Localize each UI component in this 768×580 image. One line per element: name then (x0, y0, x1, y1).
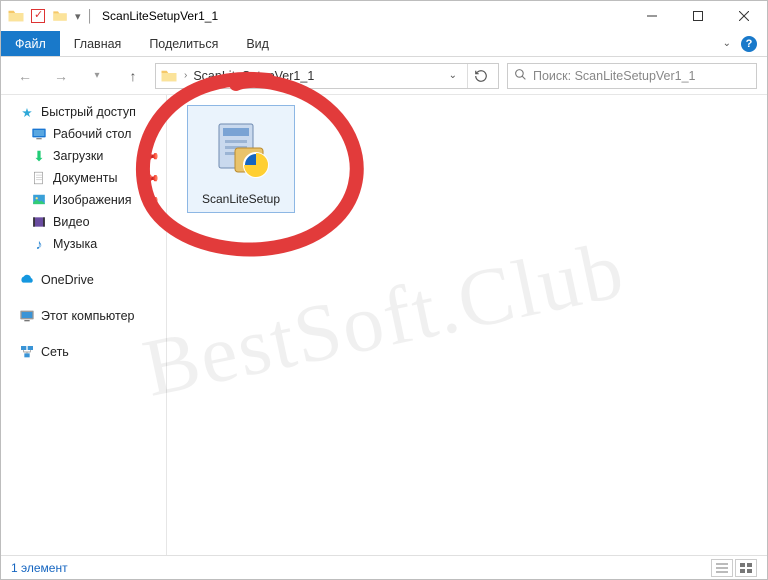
status-item-count: 1 элемент (11, 561, 68, 575)
tab-share[interactable]: Поделиться (135, 31, 232, 56)
sidebar-item-music[interactable]: ♪ Музыка (1, 233, 166, 255)
sidebar-item-label: Этот компьютер (41, 309, 134, 323)
breadcrumb-chevron-icon[interactable]: › (184, 70, 187, 81)
qat-dropdown-icon[interactable]: ▾ (75, 10, 81, 23)
pin-icon: 📌 (142, 169, 161, 188)
tab-view[interactable]: Вид (232, 31, 283, 56)
sidebar-item-label: Музыка (53, 237, 97, 251)
pictures-icon (31, 192, 47, 208)
videos-icon (31, 214, 47, 230)
file-list-area[interactable]: ScanLiteSetup (167, 95, 767, 555)
refresh-button[interactable] (467, 64, 494, 88)
desktop-icon (31, 126, 47, 142)
sidebar-network[interactable]: Сеть (1, 341, 166, 363)
file-item-label: ScanLiteSetup (192, 192, 290, 206)
pin-icon: 📌 (142, 191, 161, 210)
network-icon (19, 344, 35, 360)
sidebar-quick-access[interactable]: ★ Быстрый доступ (1, 101, 166, 123)
sidebar-onedrive[interactable]: OneDrive (1, 269, 166, 291)
sidebar-item-label: Рабочий стол (53, 127, 131, 141)
search-icon (514, 68, 527, 84)
nav-recent-dropdown[interactable]: ▾ (83, 62, 111, 90)
close-button[interactable] (721, 1, 767, 31)
status-bar: 1 элемент (1, 555, 767, 579)
sidebar-item-label: Загрузки (53, 149, 103, 163)
qat-properties-icon[interactable]: ✓ (31, 9, 45, 23)
minimize-button[interactable] (629, 1, 675, 31)
tab-home[interactable]: Главная (60, 31, 136, 56)
sidebar-item-label: Изображения (53, 193, 132, 207)
music-icon: ♪ (31, 236, 47, 252)
ribbon-tabs: Файл Главная Поделиться Вид ⌄ ? (1, 31, 767, 57)
nav-sidebar: ★ Быстрый доступ Рабочий стол 📌 ⬇ Загруз… (1, 95, 167, 555)
nav-up-button[interactable]: ↑ (119, 62, 147, 90)
nav-row: ← → ▾ ↑ › ScanLiteSetupVer1_1 ⌄ Поиск: S… (1, 57, 767, 95)
star-icon: ★ (19, 104, 35, 120)
sidebar-item-pictures[interactable]: Изображения 📌 (1, 189, 166, 211)
sidebar-item-documents[interactable]: Документы 📌 (1, 167, 166, 189)
nav-forward-button[interactable]: → (47, 62, 75, 90)
breadcrumb-current[interactable]: ScanLiteSetupVer1_1 (193, 69, 314, 83)
pin-icon: 📌 (142, 125, 161, 144)
view-large-icons-button[interactable] (735, 559, 757, 577)
window-title: ScanLiteSetupVer1_1 (102, 9, 218, 23)
sidebar-item-downloads[interactable]: ⬇ Загрузки 📌 (1, 145, 166, 167)
maximize-button[interactable] (675, 1, 721, 31)
sidebar-item-desktop[interactable]: Рабочий стол 📌 (1, 123, 166, 145)
this-pc-icon (19, 308, 35, 324)
address-bar[interactable]: › ScanLiteSetupVer1_1 ⌄ (155, 63, 499, 89)
onedrive-icon (19, 272, 35, 288)
sidebar-item-label: Сеть (41, 345, 69, 359)
sidebar-item-videos[interactable]: Видео (1, 211, 166, 233)
sidebar-item-label: OneDrive (41, 273, 94, 287)
installer-icon (209, 118, 273, 182)
file-item-scanlitesetup[interactable]: ScanLiteSetup (187, 105, 295, 213)
nav-back-button[interactable]: ← (11, 62, 39, 90)
sidebar-this-pc[interactable]: Этот компьютер (1, 305, 166, 327)
title-bar: ✓ ▾ │ ScanLiteSetupVer1_1 (1, 1, 767, 31)
sidebar-item-label: Видео (53, 215, 90, 229)
qat-new-folder-icon[interactable] (51, 7, 69, 25)
address-dropdown-icon[interactable]: ⌄ (445, 70, 461, 81)
title-separator: │ (87, 9, 95, 23)
tab-file[interactable]: Файл (1, 31, 60, 56)
ribbon-expand-icon[interactable]: ⌄ (723, 38, 731, 49)
app-folder-icon (7, 7, 25, 25)
help-icon[interactable]: ? (741, 36, 757, 52)
downloads-icon: ⬇ (31, 148, 47, 164)
address-folder-icon (160, 67, 178, 85)
pin-icon: 📌 (142, 147, 161, 166)
sidebar-quick-access-label: Быстрый доступ (41, 105, 136, 119)
search-input[interactable]: Поиск: ScanLiteSetupVer1_1 (507, 63, 757, 89)
sidebar-item-label: Документы (53, 171, 117, 185)
documents-icon (31, 170, 47, 186)
view-details-button[interactable] (711, 559, 733, 577)
search-placeholder: Поиск: ScanLiteSetupVer1_1 (533, 69, 696, 83)
